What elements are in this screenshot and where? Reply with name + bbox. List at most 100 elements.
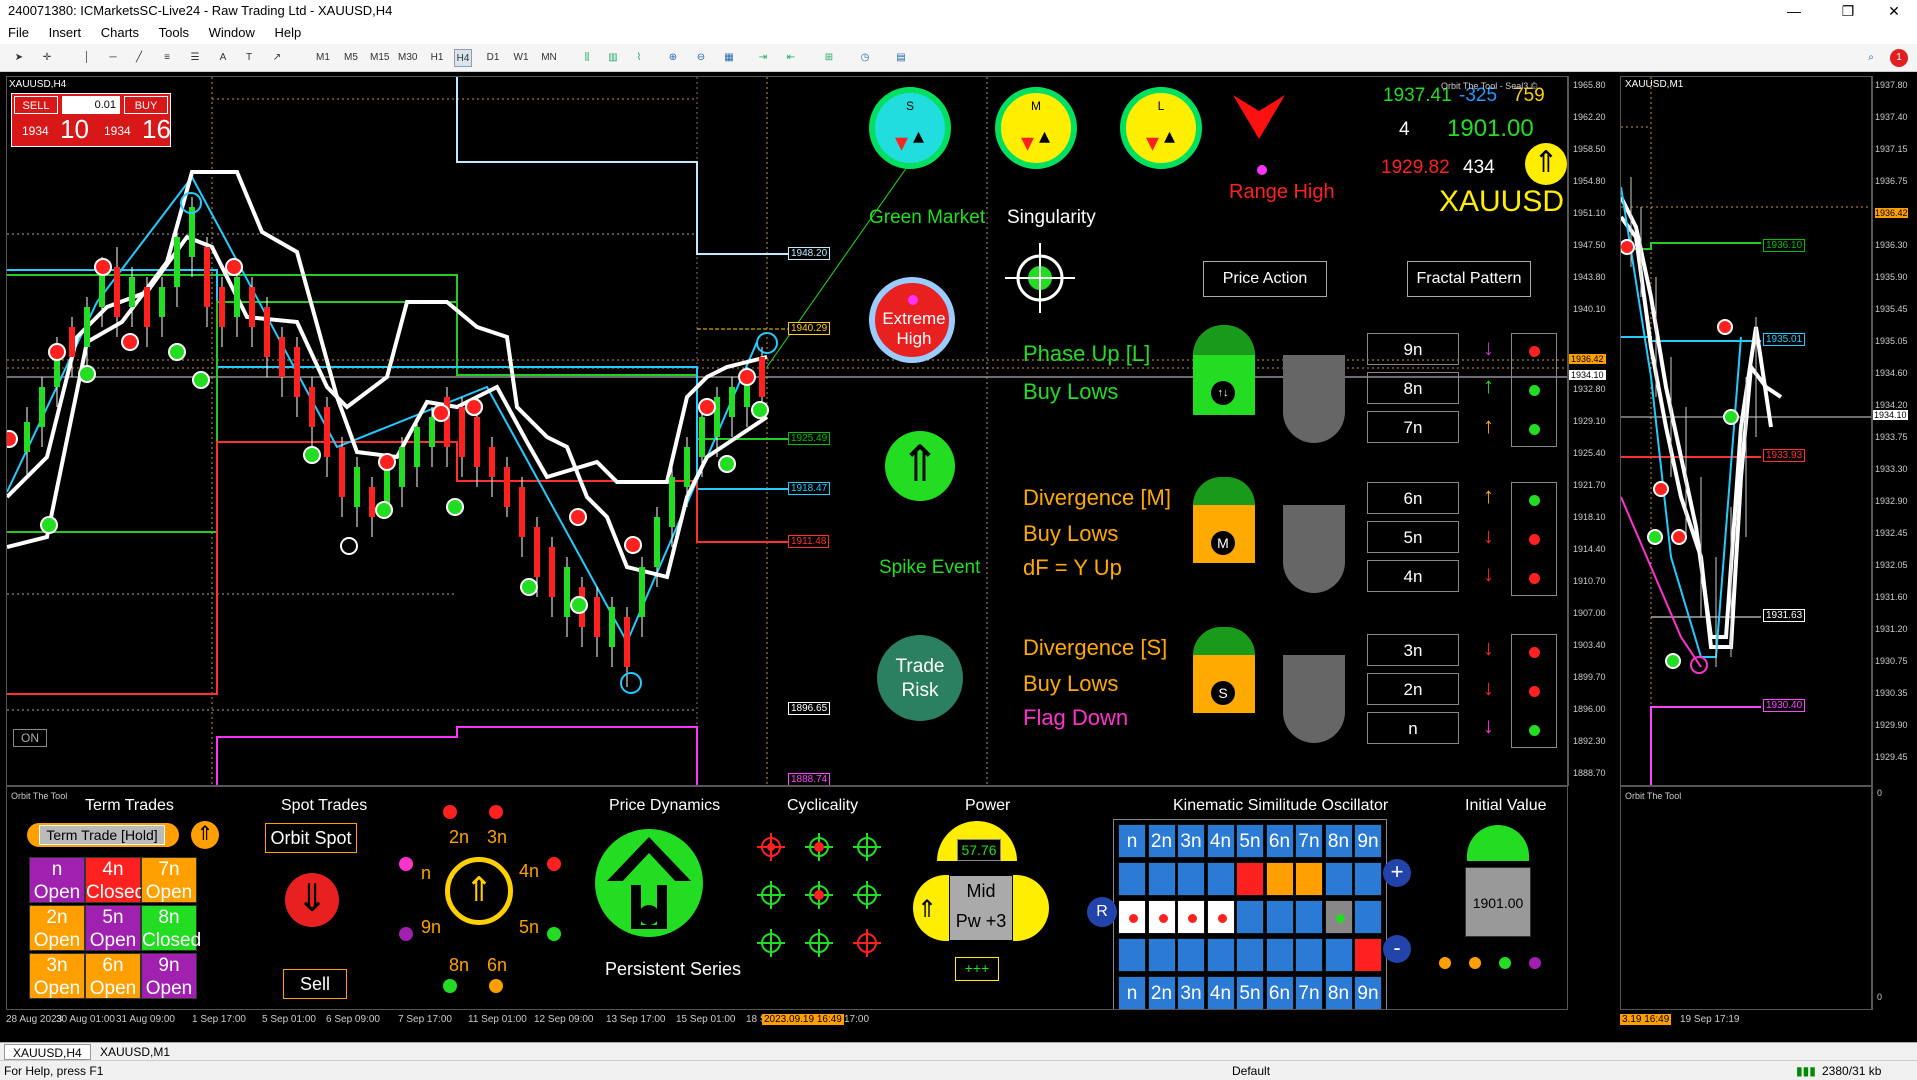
kso-cell[interactable] (1177, 862, 1205, 896)
zoom-out-icon[interactable]: ⊖ (692, 49, 710, 67)
minimize-button[interactable]: — (1771, 0, 1817, 22)
menu-tools[interactable]: Tools (151, 22, 197, 40)
autoscroll-icon[interactable]: ⇥ (754, 49, 772, 67)
kso-plus-button[interactable]: + (1383, 859, 1411, 887)
kso-cell[interactable] (1206, 938, 1235, 972)
sell-spot-button[interactable]: Sell (283, 969, 347, 999)
n-box[interactable]: 9n (1367, 333, 1459, 365)
kso-cell[interactable] (1324, 938, 1353, 972)
kso-header-cell[interactable]: 9n (1354, 976, 1382, 1009)
crosshair-icon[interactable]: ✛ (38, 49, 56, 67)
kso-header-cell[interactable]: 7n (1295, 824, 1323, 858)
kso-cell[interactable] (1118, 900, 1146, 934)
fibo-icon[interactable]: ☰ (186, 49, 204, 67)
kso-cell[interactable] (1295, 862, 1323, 896)
tf-h4[interactable]: H4 (454, 49, 472, 67)
sell-price-small[interactable]: 10 (60, 114, 89, 145)
term-trade-hold-button[interactable]: Term Trade [Hold] (39, 825, 165, 845)
tab-xauusd-h4[interactable]: XAUUSD,H4 (4, 1044, 91, 1060)
bar-chart-icon[interactable]: ⫼ (578, 49, 596, 67)
main-price-axis[interactable]: 1965.80 1962.20 1958.50 1954.80 1951.10 … (1568, 76, 1618, 786)
kso-cell[interactable] (1295, 900, 1323, 934)
side-price-axis[interactable]: 1937.80 1937.40 1937.15 1936.75 1936.42 1936.… (1872, 76, 1917, 786)
n-box[interactable]: n (1367, 712, 1459, 744)
kso-header-cell[interactable]: 7n (1295, 976, 1323, 1009)
kso-header-cell[interactable]: 8n (1324, 824, 1353, 858)
n-box[interactable]: 6n (1367, 482, 1459, 514)
tf-w1[interactable]: W1 (512, 49, 530, 67)
term-cell[interactable]: 8n Closed (141, 905, 201, 951)
indicator-panel[interactable]: Orbit The Tool Term Trades Term Trade [H… (6, 786, 1568, 1010)
kso-cell[interactable] (1265, 862, 1294, 896)
kso-cell[interactable] (1236, 938, 1264, 972)
term-cell[interactable]: 5n Open (85, 905, 141, 951)
kso-header-cell[interactable]: 8n (1324, 976, 1353, 1009)
kso-minus-button[interactable]: - (1383, 935, 1411, 963)
term-cell[interactable]: n Open (29, 857, 85, 903)
n-box[interactable]: 3n (1367, 634, 1459, 666)
kso-cell[interactable] (1324, 900, 1353, 934)
kso-cell[interactable] (1354, 900, 1382, 934)
kso-header-cell[interactable]: n (1118, 976, 1146, 1009)
kso-cell[interactable] (1324, 862, 1353, 896)
kso-cell[interactable] (1206, 862, 1235, 896)
kso-cell[interactable] (1147, 938, 1176, 972)
vertical-line-icon[interactable]: │ (78, 49, 96, 67)
candle-chart-icon[interactable]: ▥ (604, 49, 622, 67)
sell-button[interactable]: SELL (14, 96, 58, 114)
kso-cell[interactable] (1354, 862, 1382, 896)
cursor-icon[interactable]: ➤ (10, 49, 28, 67)
term-cell[interactable]: 4n Closed (85, 857, 145, 903)
tf-m1[interactable]: M1 (314, 49, 332, 67)
side-chart[interactable]: XAUUSD,M1 1936.10 1935.01 1933.93 1931.6… (1620, 76, 1872, 786)
kso-cell[interactable] (1236, 900, 1264, 934)
side-indicator-panel[interactable]: Orbit The Tool (1620, 786, 1872, 1010)
close-button[interactable]: ✕ (1871, 0, 1917, 22)
kso-header-cell[interactable]: 6n (1265, 824, 1294, 858)
tf-h1[interactable]: H1 (428, 49, 446, 67)
term-cell[interactable]: 3n Open (29, 953, 85, 999)
n-box[interactable]: 8n (1367, 372, 1459, 404)
kso-header-cell[interactable]: 5n (1236, 976, 1264, 1009)
n-box[interactable]: 4n (1367, 560, 1459, 592)
fractal-pattern-button[interactable]: Fractal Pattern (1407, 261, 1531, 297)
tf-m15[interactable]: M15 (370, 49, 389, 67)
maximize-button[interactable]: ❐ (1825, 0, 1871, 22)
kso-header-cell[interactable]: 3n (1177, 824, 1205, 858)
zoom-in-icon[interactable]: ⊕ (664, 49, 682, 67)
kso-header-cell[interactable]: 2n (1147, 824, 1176, 858)
line-chart-icon[interactable]: ⌇ (630, 49, 648, 67)
kso-cell[interactable] (1354, 938, 1382, 972)
indicators-icon[interactable]: ⊞ (820, 49, 838, 67)
kso-header-cell[interactable]: 2n (1147, 976, 1176, 1009)
arrows-icon[interactable]: ↗ (268, 49, 286, 67)
search-icon[interactable]: ⌕ (1862, 49, 1880, 67)
orbit-spot-button[interactable]: Orbit Spot (265, 823, 357, 853)
kso-cell[interactable] (1177, 938, 1205, 972)
lot-size-input[interactable]: 0.01 (62, 96, 120, 114)
trendline-icon[interactable]: ╱ (130, 49, 148, 67)
kso-cell[interactable] (1265, 938, 1294, 972)
menu-insert[interactable]: Insert (41, 22, 90, 40)
kso-header-cell[interactable]: n (1118, 824, 1146, 858)
n-box[interactable]: 7n (1367, 411, 1459, 443)
kso-cell[interactable] (1177, 900, 1205, 934)
chart-shift-icon[interactable]: ⇤ (782, 49, 800, 67)
buy-price-small[interactable]: 16 (142, 114, 171, 145)
kso-cell[interactable] (1118, 862, 1146, 896)
menu-file[interactable]: File (0, 22, 37, 40)
templates-icon[interactable]: ▤ (892, 49, 910, 67)
tf-d1[interactable]: D1 (484, 49, 502, 67)
label-icon[interactable]: T (240, 49, 258, 67)
kso-header-cell[interactable]: 9n (1354, 824, 1382, 858)
main-chart[interactable]: XAUUSD,H4 SELL 0.01 BUY 1934 10 1934 16 … (6, 76, 1568, 786)
term-cell[interactable]: 9n Open (141, 953, 197, 999)
menu-window[interactable]: Window (201, 22, 263, 40)
text-icon[interactable]: A (214, 49, 232, 67)
kso-r-button[interactable]: R (1087, 897, 1117, 927)
tab-xauusd-m1[interactable]: XAUUSD,M1 (92, 1044, 178, 1060)
term-cell[interactable]: 2n Open (29, 905, 85, 951)
menu-help[interactable]: Help (267, 22, 310, 40)
kso-cell[interactable] (1295, 938, 1323, 972)
kso-header-cell[interactable]: 5n (1236, 824, 1264, 858)
